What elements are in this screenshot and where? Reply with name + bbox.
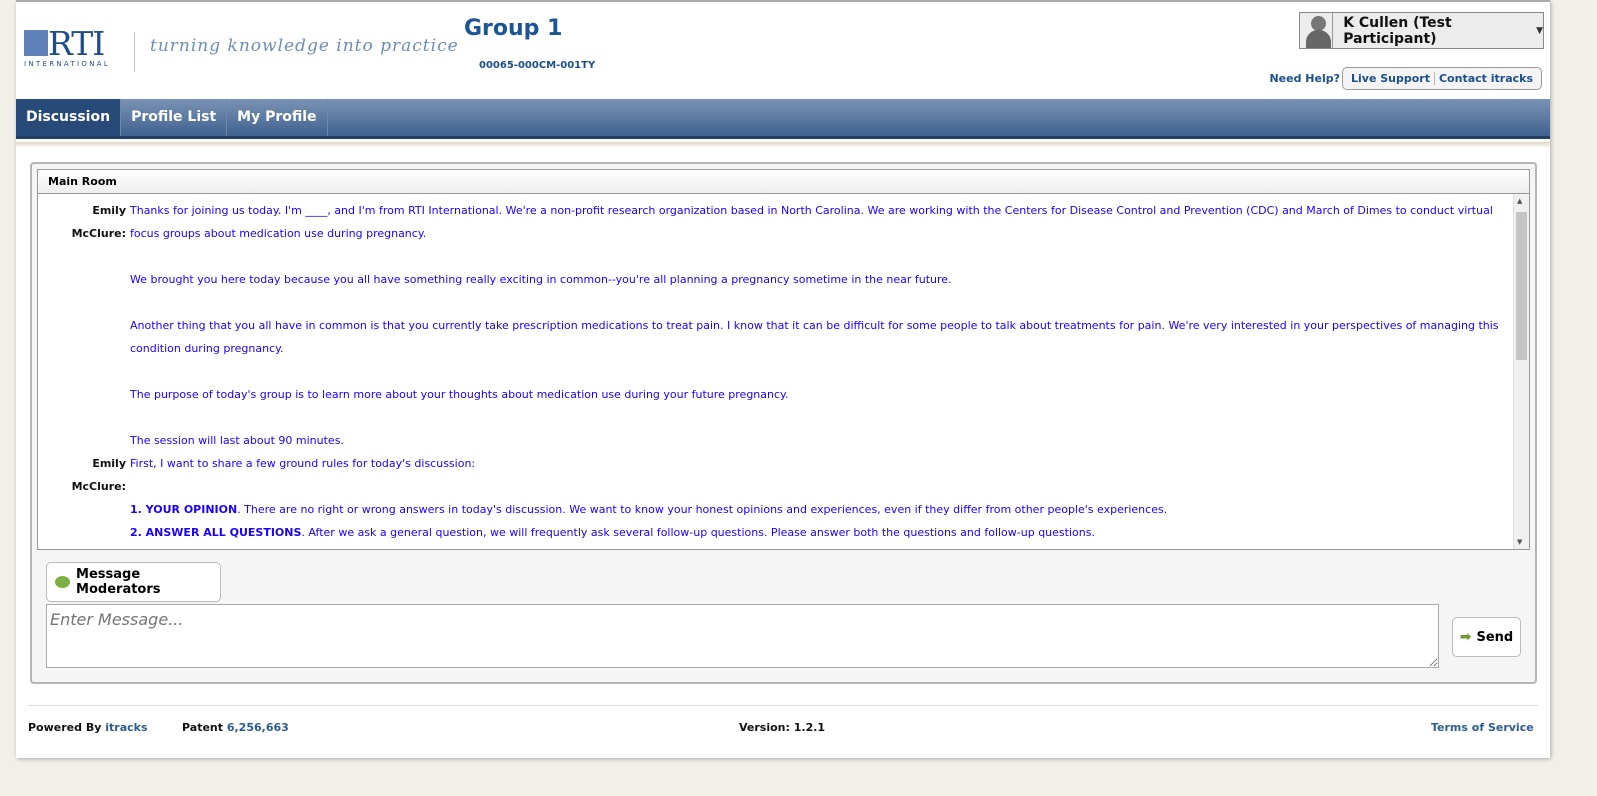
rule-text: . After we ask a general question, we wi… [301,526,1095,539]
rule-heading: 2. ANSWER ALL QUESTIONS [130,526,302,539]
message-paragraph [130,291,1515,314]
scroll-down-icon[interactable]: ▼ [1517,538,1522,546]
logo-sub: INTERNATIONAL [24,60,111,68]
message-list: Emily McClure: Thanks for joining us tod… [37,194,1530,550]
version: Version: 1.2.1 [739,721,826,734]
message-paragraph: The purpose of today's group is to learn… [130,388,789,401]
message-body: Thanks for joining us today. I'm ____, a… [130,199,1515,452]
message-moderators-button[interactable]: Message Moderators [46,562,221,602]
message-paragraph: First, I want to share a few ground rule… [130,457,476,470]
rule-heading: 1. YOUR OPINION [130,503,238,516]
scroll-thumb[interactable] [1516,212,1527,360]
itracks-link[interactable]: itracks [105,721,147,734]
speech-bubble-icon [55,576,71,588]
rule-2: 2. ANSWER ALL QUESTIONS. After we ask a … [130,521,1515,544]
logo-text: RTI [48,24,105,63]
rti-logo: RTI INTERNATIONAL [24,24,124,72]
arrow-right-icon: ➡ [1459,629,1472,645]
message-paragraph [130,245,1515,268]
tab-profile-list[interactable]: Profile List [121,99,228,136]
message-paragraph: Another thing that you all have in commo… [130,319,1499,355]
tagline: turning knowledge into practice [150,36,459,56]
message-paragraph: We brought you here today because you al… [130,273,952,286]
tab-my-profile[interactable]: My Profile [227,99,328,136]
page-title: Group 1 [464,16,563,41]
live-support-link[interactable]: Live Support [1347,72,1434,85]
need-help-label: Need Help? [1269,72,1340,85]
chevron-down-icon: ▼ [1536,25,1543,36]
divider [134,32,135,72]
rule-1: 1. YOUR OPINION. There are no right or w… [130,498,1515,521]
rule-text: . There are no right or wrong answers in… [237,503,1168,516]
message-moderators-label: Message Moderators [76,567,161,597]
avatar-icon [1300,13,1334,48]
message-body: First, I want to share a few ground rule… [130,452,1515,544]
footer-divider [28,705,1538,706]
message-author: Emily McClure: [71,457,126,493]
message-paragraph [130,360,1515,383]
rti-logo-mark-icon [24,30,48,56]
send-button[interactable]: ➡ Send [1452,617,1521,657]
terms-of-service-link[interactable]: Terms of Service [1431,721,1534,734]
message-paragraph: Thanks for joining us today. I'm ____, a… [130,204,1493,240]
contact-itracks-link[interactable]: Contact itracks [1433,72,1537,85]
powered-by: Powered By itracks [28,721,148,734]
project-code: 00065-000CM-001TY [479,60,596,71]
message-paragraph [130,475,1515,498]
message: Emily McClure: First, I want to share a … [38,452,1529,544]
main-nav: Discussion Profile List My Profile [16,99,1550,139]
scroll-up-icon[interactable]: ▲ [1517,197,1522,205]
patent-link[interactable]: 6,256,663 [227,721,289,734]
patent-label: Patent [182,721,223,734]
send-label: Send [1476,629,1514,645]
room-title: Main Room [37,169,1530,194]
user-name: K Cullen (Test Participant) [1343,14,1452,47]
page: RTI INTERNATIONAL turning knowledge into… [16,0,1550,758]
powered-by-label: Powered By [28,721,102,734]
help-links: Need Help? Live Support Contact itracks [1269,67,1542,90]
patent: Patent 6,256,663 [182,721,289,734]
scrollbar[interactable]: ▲ ▼ [1513,194,1529,549]
message-author: Emily McClure: [71,204,126,240]
user-menu[interactable]: K Cullen (Test Participant) ▼ [1299,12,1544,49]
message-paragraph: The session will last about 90 minutes. [130,434,344,447]
message-input[interactable] [46,604,1439,668]
message-paragraph [130,406,1515,429]
message: Emily McClure: Thanks for joining us tod… [38,194,1529,452]
header: RTI INTERNATIONAL turning knowledge into… [16,2,1550,99]
nav-shadow [16,142,1550,148]
discussion-panel: Main Room Emily McClure: Thanks for join… [30,162,1537,684]
tab-discussion[interactable]: Discussion [16,99,122,136]
